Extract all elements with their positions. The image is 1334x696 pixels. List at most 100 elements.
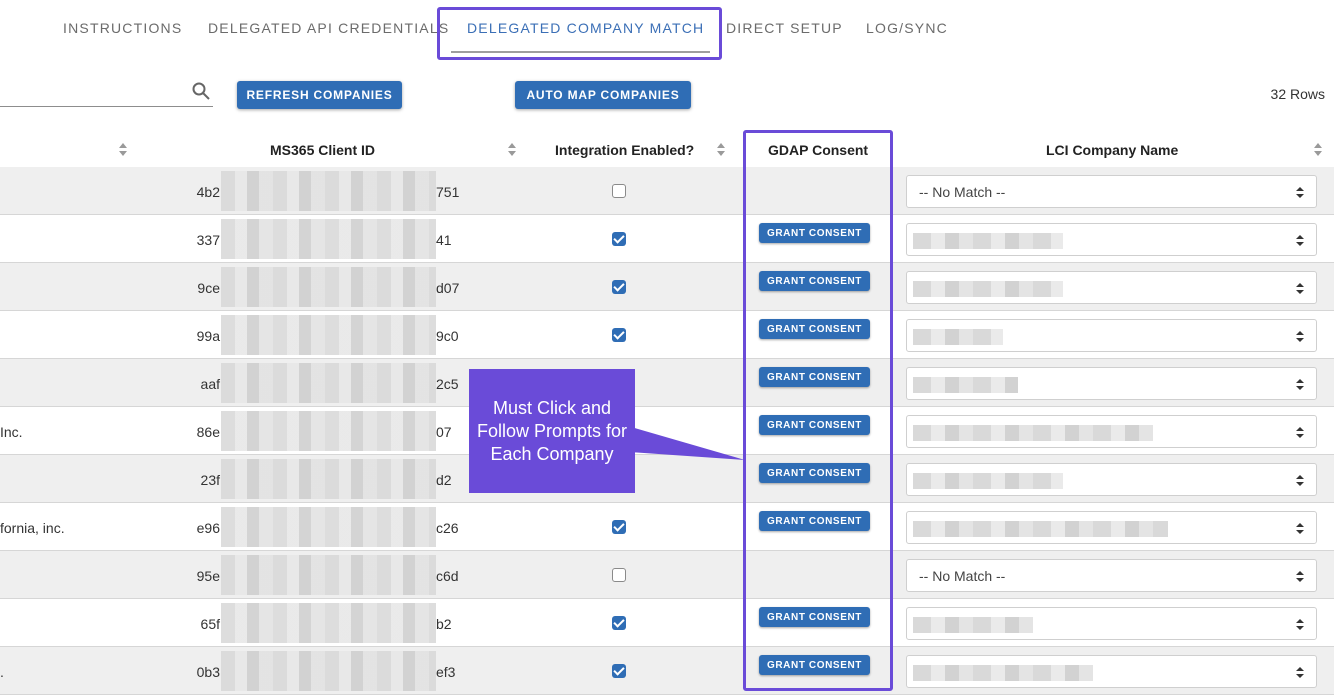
integration-enabled-checkbox[interactable]: [612, 520, 626, 534]
grant-consent-button[interactable]: GRANT CONSENT: [759, 607, 870, 627]
grant-consent-button[interactable]: GRANT CONSENT: [759, 223, 870, 243]
table-row[interactable]: . 0b3 ef3 GRANT CONSENT: [0, 647, 1334, 695]
table-row[interactable]: 95e c6d -- No Match --: [0, 551, 1334, 599]
header-gdap-consent: GDAP Consent: [768, 142, 869, 158]
lci-company-select[interactable]: [906, 607, 1317, 640]
select-value-redacted: [913, 521, 1168, 537]
client-id-redacted: [221, 555, 436, 595]
table-row[interactable]: 337 41 GRANT CONSENT: [0, 215, 1334, 263]
lci-company-select[interactable]: -- No Match --: [906, 175, 1317, 208]
select-value: -- No Match --: [919, 184, 1006, 200]
lci-company-select[interactable]: [906, 367, 1317, 400]
lci-company-select[interactable]: [906, 511, 1317, 544]
table-row[interactable]: aaf 2c5 GRANT CONSENT: [0, 359, 1334, 407]
lci-company-select[interactable]: [906, 319, 1317, 352]
tab-delegated-api-credentials[interactable]: DELEGATED API CREDENTIALS: [208, 20, 449, 36]
grant-consent-button[interactable]: GRANT CONSENT: [759, 415, 870, 435]
select-arrows-icon: [1296, 475, 1304, 487]
header-client-id[interactable]: MS365 Client ID: [270, 142, 375, 158]
client-id-suffix: 41: [436, 232, 452, 248]
client-id-prefix: e96: [196, 520, 220, 536]
integration-enabled-checkbox[interactable]: [612, 184, 626, 198]
grant-consent-button[interactable]: GRANT CONSENT: [759, 367, 870, 387]
select-arrows-icon: [1296, 619, 1304, 631]
integration-enabled-checkbox[interactable]: [612, 664, 626, 678]
select-value-redacted: [913, 425, 1153, 441]
tab-instructions[interactable]: INSTRUCTIONS: [63, 20, 182, 36]
client-id-prefix: 23f: [200, 472, 220, 488]
sort-icon[interactable]: [508, 143, 516, 157]
client-id-suffix: d2: [436, 472, 452, 488]
client-id-redacted: [221, 267, 436, 307]
lci-company-select[interactable]: -- No Match --: [906, 559, 1317, 592]
table-row[interactable]: 9ce d07 GRANT CONSENT: [0, 263, 1334, 311]
grant-consent-button[interactable]: GRANT CONSENT: [759, 271, 870, 291]
client-id-redacted: [221, 459, 436, 499]
lci-company-select[interactable]: [906, 271, 1317, 304]
client-id-suffix: ef3: [436, 664, 456, 680]
select-value-redacted: [913, 281, 1063, 297]
instruction-callout: Must Click and Follow Prompts for Each C…: [469, 369, 635, 493]
client-id-suffix: d07: [436, 280, 460, 296]
client-id-prefix: aaf: [200, 376, 220, 392]
client-id-suffix: 2c5: [436, 376, 459, 392]
client-id-prefix: 337: [196, 232, 220, 248]
client-id-suffix: 07: [436, 424, 452, 440]
tab-delegated-company-match[interactable]: DELEGATED COMPANY MATCH: [467, 20, 704, 36]
grant-consent-button[interactable]: GRANT CONSENT: [759, 511, 870, 531]
select-value-redacted: [913, 665, 1093, 681]
integration-enabled-checkbox[interactable]: [612, 328, 626, 342]
table-row[interactable]: 4b2 751 -- No Match --: [0, 167, 1334, 215]
table-row[interactable]: 65f b2 GRANT CONSENT: [0, 599, 1334, 647]
lci-company-select[interactable]: [906, 415, 1317, 448]
refresh-companies-button[interactable]: REFRESH COMPANIES: [237, 81, 402, 109]
grant-consent-button[interactable]: GRANT CONSENT: [759, 655, 870, 675]
table-row[interactable]: 99a 9c0 GRANT CONSENT: [0, 311, 1334, 359]
client-id-prefix: 4b2: [196, 184, 220, 200]
client-id-redacted: [221, 171, 436, 211]
select-arrows-icon: [1296, 331, 1304, 343]
search-input[interactable]: [0, 106, 213, 107]
integration-enabled-checkbox[interactable]: [612, 280, 626, 294]
table-header: MS365 Client ID Integration Enabled? GDA…: [0, 131, 1334, 168]
select-value-redacted: [913, 473, 1063, 489]
select-arrows-icon: [1296, 523, 1304, 535]
select-arrows-icon: [1296, 427, 1304, 439]
table-row[interactable]: fornia, inc. e96 c26 GRANT CONSENT: [0, 503, 1334, 551]
sort-icon[interactable]: [717, 143, 725, 157]
grant-consent-button[interactable]: GRANT CONSENT: [759, 463, 870, 483]
integration-enabled-checkbox[interactable]: [612, 616, 626, 630]
client-id-suffix: b2: [436, 616, 452, 632]
sort-icon[interactable]: [1314, 143, 1322, 157]
search-icon[interactable]: [191, 81, 211, 101]
active-tab-indicator: [451, 51, 710, 53]
header-lci-company-name[interactable]: LCI Company Name: [1046, 142, 1178, 158]
lci-company-select[interactable]: [906, 463, 1317, 496]
client-id-prefix: 65f: [200, 616, 220, 632]
auto-map-companies-button[interactable]: AUTO MAP COMPANIES: [515, 81, 691, 109]
company-name-cell: fornia, inc.: [0, 520, 65, 536]
lci-company-select[interactable]: [906, 655, 1317, 688]
lci-company-select[interactable]: [906, 223, 1317, 256]
header-integration-enabled[interactable]: Integration Enabled?: [555, 142, 694, 158]
client-id-suffix: 751: [436, 184, 460, 200]
client-id-redacted: [221, 651, 436, 691]
sort-icon[interactable]: [119, 143, 127, 157]
client-id-prefix: 9ce: [197, 280, 220, 296]
callout-text: Must Click and Follow Prompts for Each C…: [476, 397, 628, 464]
client-id-prefix: 0b3: [196, 664, 220, 680]
select-arrows-icon: [1296, 283, 1304, 295]
client-id-suffix: 9c0: [436, 328, 459, 344]
tab-log-sync[interactable]: LOG/SYNC: [866, 20, 948, 36]
select-value-redacted: [913, 233, 1063, 249]
grant-consent-button[interactable]: GRANT CONSENT: [759, 319, 870, 339]
tab-direct-setup[interactable]: DIRECT SETUP: [726, 20, 843, 36]
select-value-redacted: [913, 329, 1003, 345]
select-arrows-icon: [1296, 235, 1304, 247]
client-id-redacted: [221, 363, 436, 403]
client-id-prefix: 99a: [196, 328, 220, 344]
integration-enabled-checkbox[interactable]: [612, 232, 626, 246]
client-id-suffix: c26: [436, 520, 459, 536]
client-id-redacted: [221, 603, 436, 643]
integration-enabled-checkbox[interactable]: [612, 568, 626, 582]
